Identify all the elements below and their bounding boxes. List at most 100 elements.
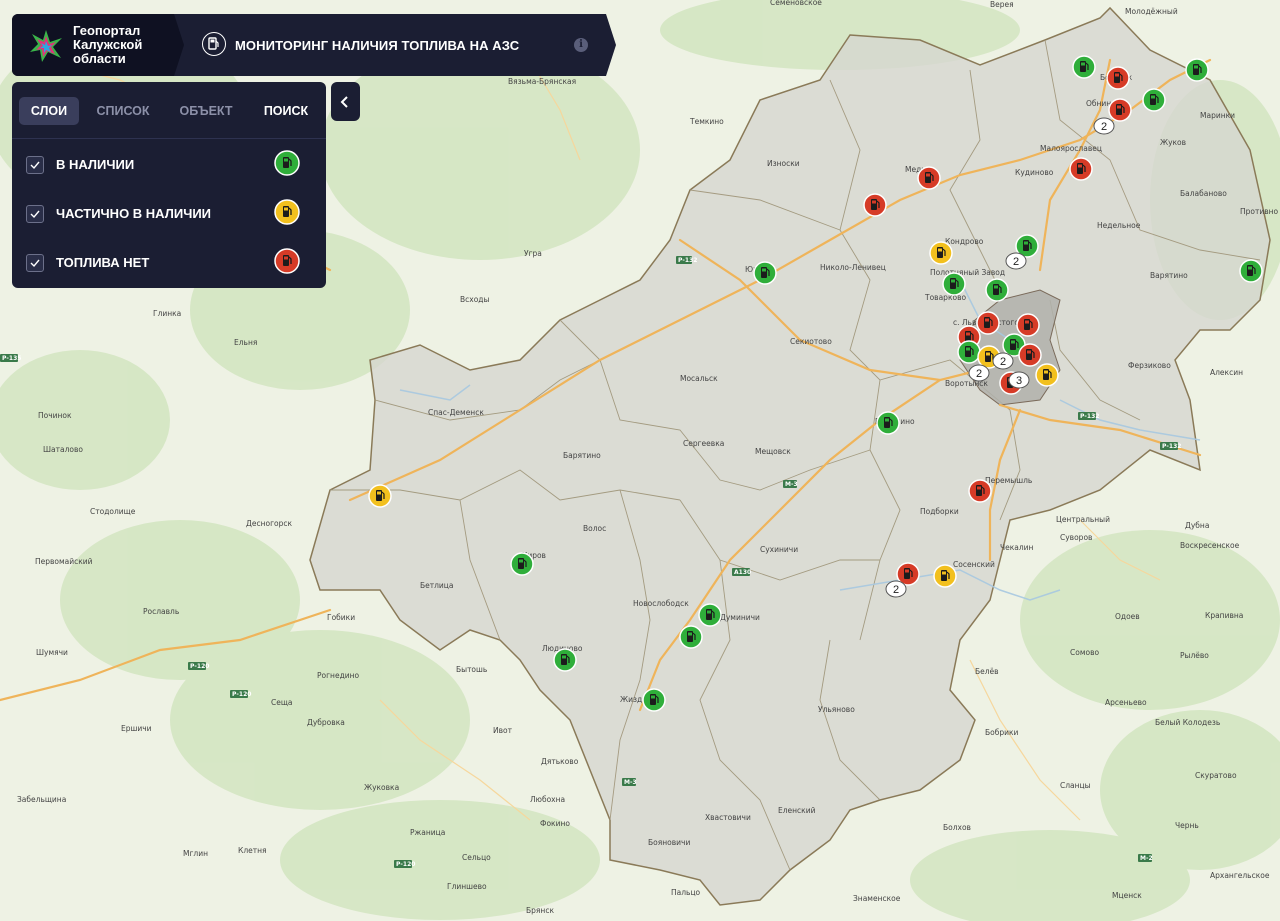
svg-text:Сергеевка: Сергеевка xyxy=(683,439,724,448)
fuel-station-marker[interactable] xyxy=(985,278,1009,302)
svg-text:Первомайский: Первомайский xyxy=(35,557,93,566)
fuel-station-marker[interactable] xyxy=(876,411,900,435)
svg-text:Сеща: Сеща xyxy=(271,698,293,707)
svg-text:Центральный: Центральный xyxy=(1056,515,1110,524)
fuel-station-marker[interactable] xyxy=(1106,66,1130,90)
layer-row-available[interactable]: В НАЛИЧИИ xyxy=(26,150,316,180)
chevron-left-icon xyxy=(340,96,348,108)
svg-text:Чернь: Чернь xyxy=(1175,821,1199,830)
cluster-count: 2 xyxy=(976,368,982,380)
svg-text:Волос: Волос xyxy=(583,524,606,533)
fuel-station-marker[interactable] xyxy=(753,261,777,285)
svg-text:Спас-Деменск: Спас-Деменск xyxy=(428,408,484,417)
fuel-station-marker[interactable] xyxy=(553,648,577,672)
svg-text:Противно: Противно xyxy=(1240,207,1279,216)
cluster-marker[interactable]: 3 xyxy=(1008,371,1030,389)
cluster-marker[interactable]: 2 xyxy=(968,364,990,382)
cluster-count: 2 xyxy=(893,584,899,596)
fuel-station-marker[interactable] xyxy=(1108,98,1132,122)
svg-text:Кудиново: Кудиново xyxy=(1015,168,1054,177)
fuel-partial-icon xyxy=(274,199,300,225)
cluster-marker[interactable]: 2 xyxy=(885,580,907,598)
svg-text:Секиотово: Секиотово xyxy=(790,337,832,346)
svg-text:Стодолище: Стодолище xyxy=(90,507,136,516)
svg-text:Подборки: Подборки xyxy=(920,507,959,516)
svg-text:Чекалин: Чекалин xyxy=(1000,543,1034,552)
svg-text:Ельня: Ельня xyxy=(234,338,257,347)
fuel-station-marker[interactable] xyxy=(510,552,534,576)
fuel-station-marker[interactable] xyxy=(1035,363,1059,387)
tab-search[interactable]: ПОИСК xyxy=(252,97,320,125)
layer-row-none[interactable]: ТОПЛИВА НЕТ xyxy=(26,248,316,278)
fuel-station-marker[interactable] xyxy=(1069,157,1093,181)
svg-text:Балабаново: Балабаново xyxy=(1180,189,1227,198)
svg-text:Дубна: Дубна xyxy=(1185,521,1209,530)
svg-text:Семёновское: Семёновское xyxy=(770,0,822,7)
fuel-station-marker[interactable] xyxy=(368,484,392,508)
layer-checkbox-partial[interactable] xyxy=(26,205,44,223)
fuel-station-marker[interactable] xyxy=(863,193,887,217)
svg-text:Брянск: Брянск xyxy=(526,906,554,915)
svg-text:Пальцо: Пальцо xyxy=(671,888,701,897)
fuel-station-marker[interactable] xyxy=(642,688,666,712)
svg-text:Глиншево: Глиншево xyxy=(447,882,487,891)
app-title: МОНИТОРИНГ НАЛИЧИЯ ТОПЛИВА НА АЗС xyxy=(235,38,520,53)
svg-text:Белый Колодезь: Белый Колодезь xyxy=(1155,718,1220,727)
svg-text:Арсеньево: Арсеньево xyxy=(1105,698,1147,707)
info-icon[interactable]: i xyxy=(574,38,588,52)
svg-text:Кондрово: Кондрово xyxy=(945,237,984,246)
svg-text:Дятьково: Дятьково xyxy=(541,757,579,766)
fuel-station-marker[interactable] xyxy=(942,272,966,296)
svg-text:Мглин: Мглин xyxy=(183,849,208,858)
fuel-pump-icon xyxy=(202,32,226,56)
tab-object[interactable]: ОБЪЕКТ xyxy=(169,97,243,125)
fuel-station-marker[interactable] xyxy=(1018,343,1042,367)
layer-row-partial[interactable]: ЧАСТИЧНО В НАЛИЧИИ xyxy=(26,199,316,229)
svg-text:Бетлица: Бетлица xyxy=(420,581,454,590)
fuel-station-marker[interactable] xyxy=(929,241,953,265)
svg-text:Сухиничи: Сухиничи xyxy=(760,545,798,554)
svg-text:Воскресенское: Воскресенское xyxy=(1180,541,1240,550)
svg-text:Р-132: Р-132 xyxy=(1162,443,1181,450)
fuel-station-marker[interactable] xyxy=(1142,88,1166,112)
fuel-station-marker[interactable] xyxy=(1072,55,1096,79)
layers-panel: СЛОИ СПИСОК ОБЪЕКТ ПОИСК В НАЛИЧИИ ЧАСТИ… xyxy=(12,82,326,288)
svg-text:Скуратово: Скуратово xyxy=(1195,771,1237,780)
svg-text:Еленский: Еленский xyxy=(778,806,816,815)
svg-text:Ивот: Ивот xyxy=(493,726,513,735)
svg-text:Суворов: Суворов xyxy=(1060,533,1092,542)
svg-text:Р-135: Р-135 xyxy=(2,355,21,362)
svg-text:Думиничи: Думиничи xyxy=(720,613,760,622)
fuel-station-marker[interactable] xyxy=(679,625,703,649)
fuel-station-marker[interactable] xyxy=(933,564,957,588)
svg-text:Гобики: Гобики xyxy=(327,613,355,622)
svg-text:Рогнедино: Рогнедино xyxy=(317,671,360,680)
cluster-count: 2 xyxy=(1013,256,1019,268)
svg-text:Глинка: Глинка xyxy=(153,309,181,318)
tab-list[interactable]: СПИСОК xyxy=(86,97,160,125)
fuel-station-marker[interactable] xyxy=(957,340,981,364)
svg-text:Забельщина: Забельщина xyxy=(17,795,66,804)
layer-checkbox-available[interactable] xyxy=(26,156,44,174)
collapse-panel-button[interactable] xyxy=(331,82,360,121)
cluster-marker[interactable]: 2 xyxy=(1005,252,1027,270)
fuel-station-marker[interactable] xyxy=(1239,259,1263,283)
fuel-station-marker[interactable] xyxy=(976,311,1000,335)
layer-checkbox-none[interactable] xyxy=(26,254,44,272)
fuel-station-marker[interactable] xyxy=(1185,58,1209,82)
svg-text:Ершичи: Ершичи xyxy=(121,724,152,733)
cluster-marker[interactable]: 2 xyxy=(992,352,1014,370)
svg-text:Дубровка: Дубровка xyxy=(307,718,345,727)
svg-text:Р-120: Р-120 xyxy=(190,663,209,670)
svg-text:Мещовск: Мещовск xyxy=(755,447,791,456)
tab-layers[interactable]: СЛОИ xyxy=(19,97,79,125)
fuel-station-marker[interactable] xyxy=(968,479,992,503)
svg-text:Барятино: Барятино xyxy=(563,451,601,460)
fuel-available-icon xyxy=(274,150,300,176)
logo-block[interactable]: Геопортал Калужской области xyxy=(12,14,184,76)
svg-text:Любохна: Любохна xyxy=(530,795,565,804)
fuel-station-marker[interactable] xyxy=(1016,313,1040,337)
fuel-station-marker[interactable] xyxy=(698,603,722,627)
fuel-station-marker[interactable] xyxy=(917,166,941,190)
cluster-marker[interactable]: 2 xyxy=(1093,117,1115,135)
